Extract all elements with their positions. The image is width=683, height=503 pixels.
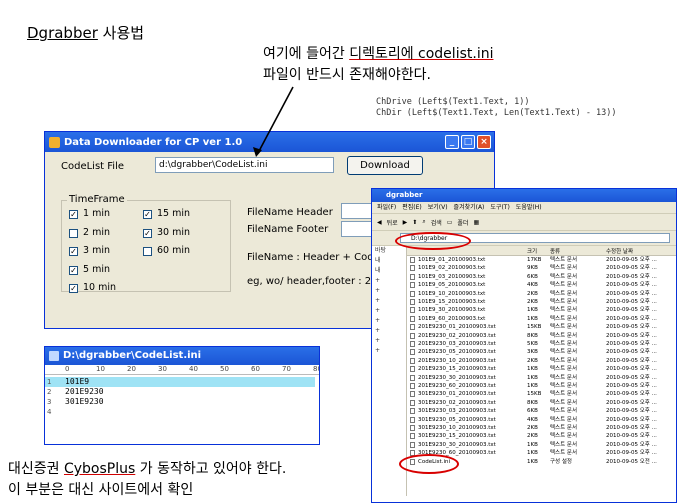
pointer-arrow [253, 86, 294, 157]
codelist-file-highlight [399, 454, 459, 474]
address-highlight [395, 232, 471, 250]
